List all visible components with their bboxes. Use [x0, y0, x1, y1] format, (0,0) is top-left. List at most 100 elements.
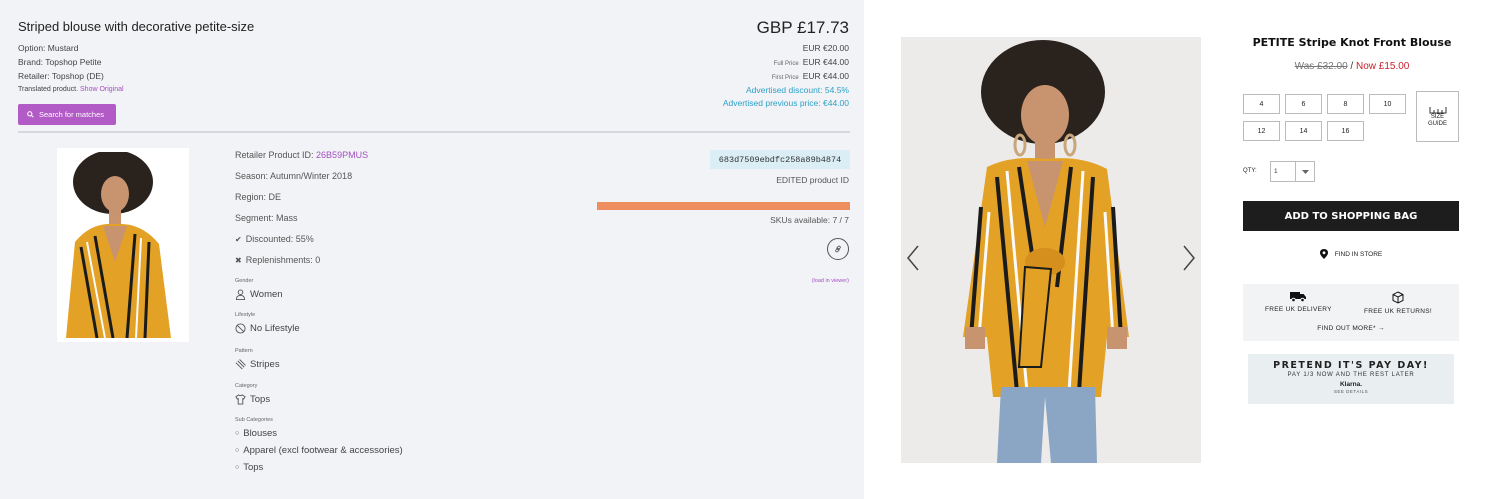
- size-option[interactable]: 14: [1285, 121, 1322, 141]
- first-price-label: First Price: [771, 75, 799, 81]
- full-price-value: EUR €44.00: [802, 57, 849, 67]
- payday-subtext: PAY 1/3 NOW AND THE REST LATER: [1287, 372, 1415, 378]
- link-button[interactable]: [827, 238, 849, 260]
- size-option[interactable]: 6: [1285, 94, 1322, 114]
- product-thumbnail-image: [61, 152, 185, 338]
- free-delivery-label: FREE UK DELIVERY: [1265, 306, 1332, 313]
- qty-value: 1: [1271, 162, 1296, 181]
- was-price: Was £32.00: [1294, 61, 1348, 72]
- price-main: GBP £17.73: [756, 18, 849, 37]
- discounted-row: ✔ Discounted: 55%: [235, 234, 314, 244]
- sub-category-item: ○ Blouses: [235, 428, 277, 439]
- search-icon: [27, 111, 34, 118]
- find-in-store-link[interactable]: FIND IN STORE: [1243, 249, 1459, 259]
- free-returns-item: FREE UK RETURNS!: [1364, 291, 1432, 315]
- full-price-label: Full Price: [773, 61, 799, 67]
- retailer-text: Retailer: Topshop (DE): [18, 71, 104, 81]
- category-row: Tops: [235, 394, 270, 405]
- retailer-product-title: PETITE Stripe Knot Front Blouse: [1252, 36, 1452, 49]
- size-option[interactable]: 8: [1327, 94, 1364, 114]
- discounted-text: Discounted: 55%: [245, 234, 314, 244]
- retailer-page-preview: PETITE Stripe Knot Front Blouse Was £32.…: [864, 0, 1493, 499]
- stripes-icon: [235, 359, 246, 370]
- size-guide-button[interactable]: SIZE GUIDE: [1416, 91, 1459, 142]
- sub-categories-label: Sub Categories: [235, 417, 273, 423]
- size-option[interactable]: 16: [1327, 121, 1364, 141]
- divider: [18, 131, 850, 133]
- product-thumbnail[interactable]: [57, 148, 189, 342]
- gender-value: Women: [250, 289, 283, 300]
- pattern-row: Stripes: [235, 359, 280, 370]
- see-details-link[interactable]: SEE DETAILS: [1248, 389, 1454, 394]
- payday-heading: PRETEND IT'S PAY DAY!: [1273, 360, 1429, 371]
- bullet-icon: ○: [235, 464, 240, 471]
- location-pin-icon: [1319, 249, 1328, 259]
- product-detail-panel: Striped blouse with decorative petite-si…: [0, 0, 864, 499]
- now-price: Now £15.00: [1355, 61, 1410, 72]
- bullet-icon: ○: [235, 447, 240, 454]
- cross-icon: ✖: [235, 255, 242, 265]
- product-title: Striped blouse with decorative petite-si…: [18, 19, 255, 34]
- add-to-bag-button[interactable]: ADD TO SHOPPING BAG: [1243, 201, 1459, 231]
- first-price-value: EUR €44.00: [802, 71, 849, 81]
- truck-icon: [1290, 292, 1307, 302]
- find-out-more-link[interactable]: FIND OUT MORE* →: [1243, 325, 1459, 332]
- show-original-link[interactable]: Show Original: [80, 86, 124, 93]
- price-eur: EUR €20.00: [802, 43, 849, 53]
- skus-available-text: SKUs available: 7 / 7: [770, 215, 849, 225]
- qty-label: QTY:: [1243, 168, 1257, 174]
- free-delivery-item: FREE UK DELIVERY: [1265, 291, 1332, 313]
- size-option[interactable]: 10: [1369, 94, 1406, 114]
- translated-note: Translated product. Show Original: [18, 86, 124, 93]
- sub-category-value: Tops: [243, 462, 264, 473]
- find-in-store-label: FIND IN STORE: [1334, 250, 1383, 258]
- advertised-discount: Advertised discount: 54.5%: [745, 85, 849, 95]
- delivery-info-box: FREE UK DELIVERY FREE UK RETURNS! FIND O…: [1243, 284, 1459, 341]
- category-value: Tops: [250, 394, 271, 405]
- advertised-previous-price: Advertised previous price: €44.00: [722, 98, 849, 108]
- brand-text: Brand: Topshop Petite: [18, 57, 102, 67]
- sub-category-item: ○ Apparel (excl footwear & accessories): [235, 445, 403, 456]
- size-guide-line1: SIZE: [1430, 113, 1445, 120]
- search-for-matches-button[interactable]: Search for matches: [18, 104, 116, 125]
- edited-product-id-label: EDITED product ID: [776, 175, 849, 185]
- chevron-down-icon: [1296, 162, 1314, 181]
- person-icon: [235, 289, 246, 300]
- next-image-arrow-icon[interactable]: [1182, 245, 1196, 271]
- lifestyle-label: Lifestyle: [235, 312, 256, 318]
- qty-select[interactable]: 1: [1270, 161, 1315, 182]
- size-option[interactable]: 4: [1243, 94, 1280, 114]
- first-price-row: First Price EUR €44.00: [772, 71, 849, 81]
- search-button-label: Search for matches: [39, 110, 105, 119]
- translated-label: Translated product.: [18, 86, 79, 93]
- bullet-icon: ○: [235, 430, 240, 437]
- sub-category-value: Apparel (excl footwear & accessories): [243, 445, 403, 456]
- replenishments-row: ✖ Replenishments: 0: [235, 255, 320, 265]
- replenishments-text: Replenishments: 0: [245, 255, 321, 265]
- gender-row: Women: [235, 289, 283, 300]
- size-option[interactable]: 12: [1243, 121, 1280, 141]
- category-label: Category: [235, 383, 258, 389]
- retailer-price: Was £32.00 / Now £15.00: [1244, 61, 1460, 72]
- pattern-value: Stripes: [250, 359, 280, 370]
- retailer-product-id-label: Retailer Product ID:: [235, 150, 314, 160]
- retailer-product-id-link[interactable]: 26B59PMUS: [316, 150, 368, 160]
- klarna-banner[interactable]: PRETEND IT'S PAY DAY! PAY 1/3 NOW AND TH…: [1248, 354, 1454, 404]
- link-icon: [835, 245, 841, 253]
- lifestyle-row: No Lifestyle: [235, 323, 300, 334]
- tshirt-icon: [235, 394, 246, 405]
- product-main-photo: [901, 37, 1201, 463]
- check-icon: ✔: [235, 234, 242, 244]
- ruler-icon: [1429, 106, 1446, 114]
- retailer-product-id: Retailer Product ID: 26B59PMUS: [235, 150, 368, 160]
- full-price-row: Full Price EUR €44.00: [774, 57, 849, 67]
- prev-image-arrow-icon[interactable]: [906, 245, 920, 271]
- season-text: Season: Autumn/Winter 2018: [235, 171, 353, 181]
- edited-product-id[interactable]: 683d7509ebdfc258a89b4874: [710, 150, 850, 169]
- load-in-viewer-link[interactable]: (load in viewer): [812, 278, 849, 284]
- sub-category-value: Blouses: [243, 428, 278, 439]
- pattern-label: Pattern: [235, 348, 253, 354]
- sub-category-item: ○ Tops: [235, 462, 263, 473]
- free-returns-label: FREE UK RETURNS!: [1364, 308, 1433, 315]
- product-main-image: [901, 37, 1201, 463]
